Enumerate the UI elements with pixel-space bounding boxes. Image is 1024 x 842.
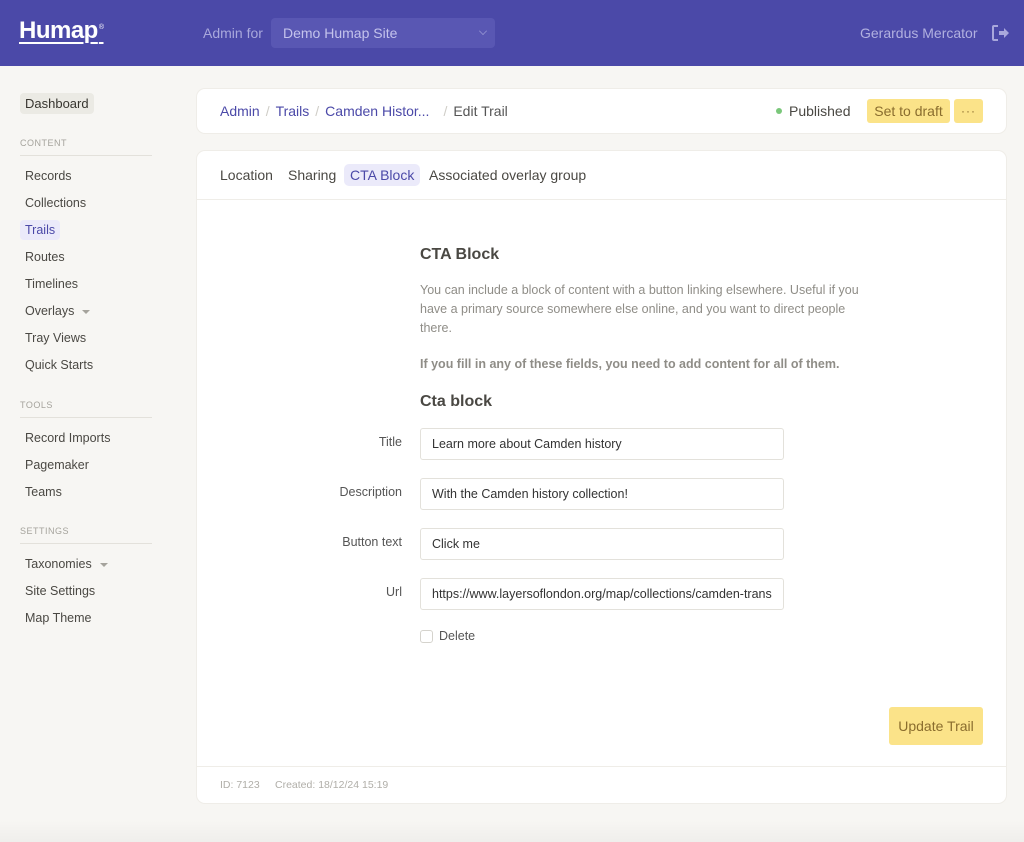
breadcrumb-trail-name[interactable]: Camden Histor... bbox=[325, 103, 429, 119]
sidebar-item-site-settings[interactable]: Site Settings bbox=[20, 581, 100, 601]
caret-down-icon bbox=[82, 309, 91, 314]
record-created: Created: 18/12/24 15:19 bbox=[275, 779, 389, 791]
status-dot-icon bbox=[776, 108, 782, 114]
title-label: Title bbox=[378, 435, 402, 449]
delete-checkbox[interactable] bbox=[420, 629, 433, 643]
sidebar-item-routes[interactable]: Routes bbox=[20, 247, 70, 267]
sidebar-item-label: Taxonomies bbox=[25, 557, 92, 571]
breadcrumb-separator: / bbox=[443, 103, 448, 119]
description-input[interactable] bbox=[420, 478, 784, 510]
sidebar-section-settings: SETTINGS bbox=[20, 526, 152, 544]
update-trail-button[interactable]: Update Trail bbox=[889, 707, 983, 745]
chevron-down-icon bbox=[479, 27, 487, 35]
tab-location[interactable]: Location bbox=[214, 164, 279, 186]
tab-sharing[interactable]: Sharing bbox=[282, 164, 342, 186]
admin-for-label: Admin for bbox=[203, 25, 263, 41]
tab-associated-overlay-group[interactable]: Associated overlay group bbox=[423, 164, 592, 186]
sidebar-item-overlays[interactable]: Overlays bbox=[20, 301, 95, 321]
sidebar-item-taxonomies[interactable]: Taxonomies bbox=[20, 554, 113, 574]
page-header: Admin / Trails / Camden Histor... / Edit… bbox=[197, 89, 1006, 133]
breadcrumb-admin[interactable]: Admin bbox=[220, 103, 260, 119]
top-bar: Humap® Admin for Demo Humap Site Gerardu… bbox=[0, 0, 1024, 66]
status-text: Published bbox=[789, 103, 851, 119]
logout-icon[interactable] bbox=[991, 24, 1011, 42]
edit-trail-form: Location Sharing CTA Block Associated ov… bbox=[197, 151, 1006, 803]
description-label: Description bbox=[339, 485, 402, 499]
delete-label: Delete bbox=[439, 629, 476, 643]
url-label: Url bbox=[386, 585, 402, 599]
section-heading: CTA Block bbox=[420, 246, 500, 263]
delete-row: Delete bbox=[420, 629, 475, 643]
breadcrumb-separator: / bbox=[315, 103, 320, 119]
sidebar-item-map-theme[interactable]: Map Theme bbox=[20, 608, 96, 628]
tab-cta-block[interactable]: CTA Block bbox=[344, 164, 421, 186]
url-input[interactable] bbox=[420, 578, 784, 610]
site-select[interactable]: Demo Humap Site bbox=[271, 18, 495, 48]
sidebar-section-tools: TOOLS bbox=[20, 400, 152, 418]
sidebar-item-quick-starts[interactable]: Quick Starts bbox=[20, 355, 98, 375]
title-input[interactable] bbox=[420, 428, 784, 460]
sidebar-item-trails[interactable]: Trails bbox=[20, 220, 61, 240]
logo-text: Humap bbox=[19, 17, 98, 44]
sidebar-section-content: CONTENT bbox=[20, 138, 152, 156]
record-footer: ID: 7123 Created: 18/12/24 15:19 bbox=[197, 766, 1006, 803]
bottom-shadow bbox=[0, 820, 1024, 842]
sidebar-item-record-imports[interactable]: Record Imports bbox=[20, 428, 115, 448]
breadcrumb-trails[interactable]: Trails bbox=[276, 103, 310, 119]
humap-logo[interactable]: Humap® bbox=[19, 17, 104, 45]
help-warning: If you fill in any of these fields, you … bbox=[420, 357, 840, 371]
tab-bar: Location Sharing CTA Block Associated ov… bbox=[197, 151, 1006, 200]
button-text-label: Button text bbox=[342, 535, 402, 549]
sidebar-item-tray-views[interactable]: Tray Views bbox=[20, 328, 91, 348]
sidebar-item-timelines[interactable]: Timelines bbox=[20, 274, 83, 294]
sidebar-item-records[interactable]: Records bbox=[20, 166, 77, 186]
set-to-draft-button[interactable]: Set to draft bbox=[867, 99, 950, 123]
help-text: You can include a block of content with … bbox=[420, 283, 859, 335]
record-id: ID: 7123 bbox=[220, 779, 260, 791]
breadcrumb-separator: / bbox=[265, 103, 270, 119]
status-badge: Published bbox=[776, 103, 851, 119]
subsection-heading: Cta block bbox=[420, 393, 493, 410]
site-select-value: Demo Humap Site bbox=[283, 25, 398, 41]
sidebar-item-dashboard[interactable]: Dashboard bbox=[20, 93, 94, 114]
button-text-input[interactable] bbox=[420, 528, 784, 560]
sidebar-item-label: Overlays bbox=[25, 304, 75, 318]
breadcrumb: Admin / Trails / Camden Histor... / Edit… bbox=[220, 103, 508, 119]
user-name[interactable]: Gerardus Mercator bbox=[860, 25, 977, 41]
ellipsis-icon: ··· bbox=[961, 104, 976, 118]
sidebar-item-teams[interactable]: Teams bbox=[20, 482, 67, 502]
caret-down-icon bbox=[99, 562, 108, 567]
breadcrumb-current: Edit Trail bbox=[453, 103, 508, 119]
sidebar-item-collections[interactable]: Collections bbox=[20, 193, 91, 213]
sidebar-item-pagemaker[interactable]: Pagemaker bbox=[20, 455, 94, 475]
sidebar: Dashboard CONTENT Records Collections Tr… bbox=[0, 66, 170, 842]
registered-mark: ® bbox=[98, 24, 104, 31]
more-options-button[interactable]: ··· bbox=[954, 99, 983, 123]
